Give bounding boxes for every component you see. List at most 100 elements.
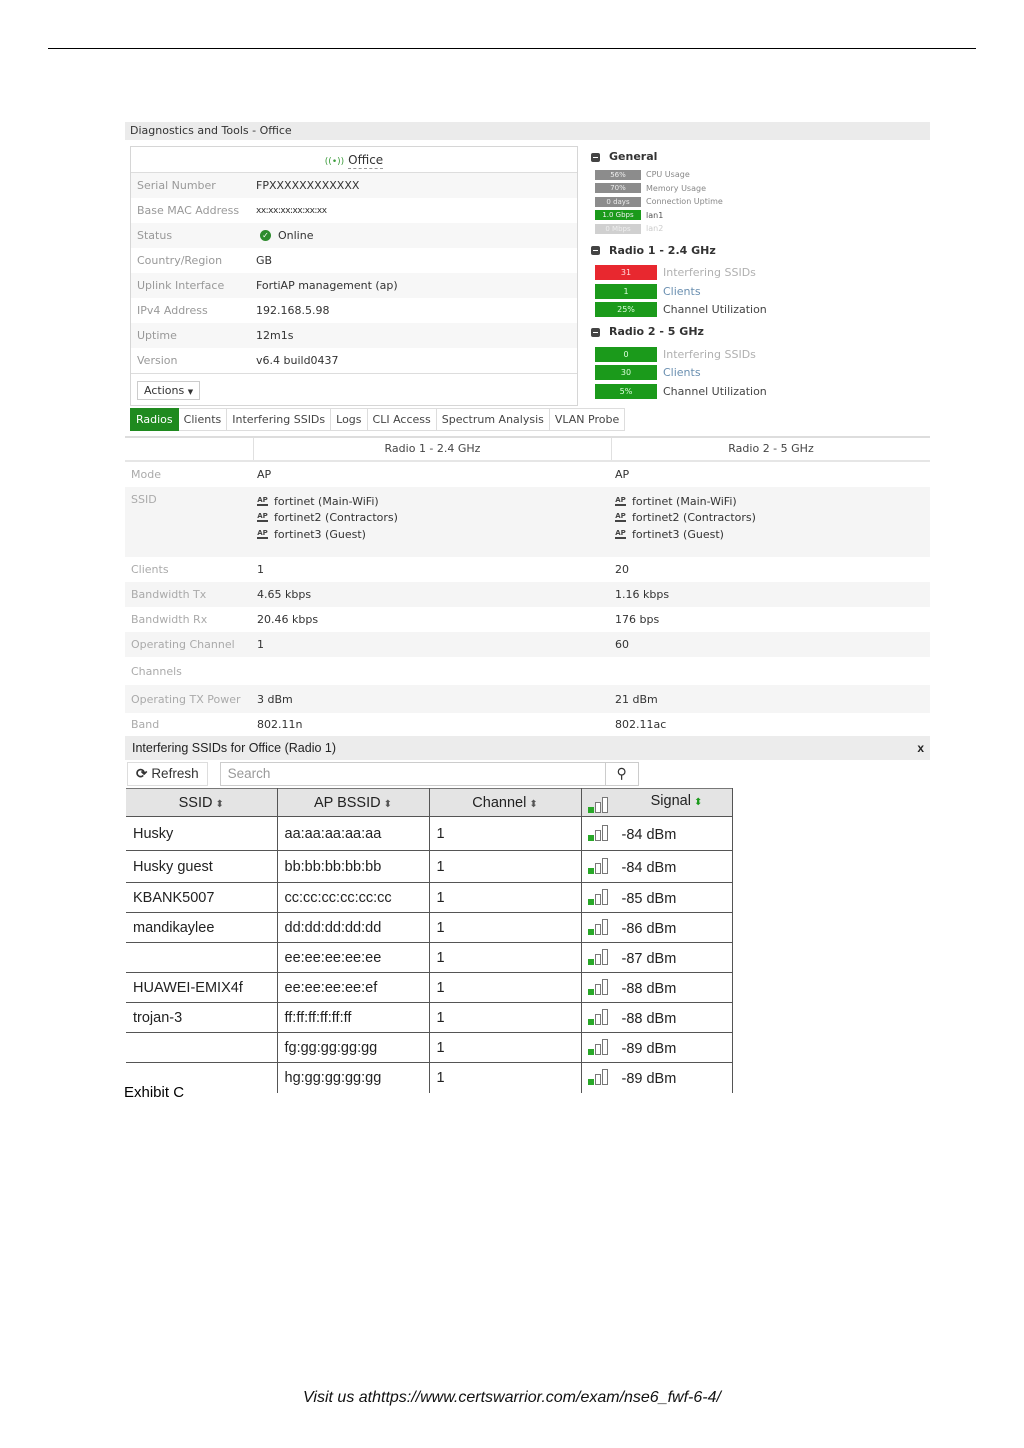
ap-row-version: Version v6.4 build0437 <box>131 348 577 373</box>
row-label: Channels <box>131 664 182 678</box>
tab-spectrum-analysis[interactable]: Spectrum Analysis <box>436 408 550 431</box>
signal-strength-icon <box>587 824 608 841</box>
radio2-value: 176 bps <box>615 613 660 626</box>
section-title: Radio 2 - 5 GHz <box>609 325 704 338</box>
channel-cell: 1 <box>429 942 582 973</box>
table-row[interactable]: ee:ee:ee:ee:ee 1 -87 dBm <box>126 942 733 973</box>
stats-panel: General 56% CPU Usage 70% Memory Usage 0 d… <box>587 148 930 401</box>
channel-cell: 1 <box>429 816 582 851</box>
page-top-rule <box>48 48 976 49</box>
stat-value: 0 days <box>595 196 641 207</box>
signal-cell: -84 dBm <box>581 816 733 851</box>
ssid-item: AP fortinet3 (Guest) <box>615 526 930 543</box>
signal-cell: -89 dBm <box>581 1062 733 1093</box>
ssid-item: AP fortinet2 (Contractors) <box>257 510 615 527</box>
row-label: Uptime <box>137 329 177 342</box>
radio2-value: 21 dBm <box>615 692 658 706</box>
radio2-channel-util: 5% Channel Utilization <box>595 382 930 401</box>
radio1-value: 20.46 kbps <box>257 613 319 626</box>
radio1-clients: 1 Clients <box>595 282 930 301</box>
tab-bar: Radios Clients Interfering SSIDs Logs CL… <box>130 408 626 431</box>
search-button[interactable]: ⚲ <box>605 762 639 786</box>
stat-memory: 70% Memory Usage <box>595 182 930 196</box>
signal-value: -88 dBm <box>621 980 677 997</box>
stat-value: 70% <box>595 183 641 194</box>
clients-link[interactable]: Clients <box>663 285 701 298</box>
radio2-section-header[interactable]: Radio 2 - 5 GHz <box>587 323 930 341</box>
refresh-button[interactable]: ⟳ Refresh <box>127 762 208 786</box>
column-header-signal[interactable]: Signal ⬍ <box>580 788 733 817</box>
stat-label: Channel Utilization <box>663 384 767 398</box>
row-value: FPXXXXXXXXXXXX <box>256 179 360 192</box>
table-row[interactable]: mandikaylee dd:dd:dd:dd:dd 1 -86 dBm <box>126 912 733 943</box>
signal-strength-icon <box>587 857 608 874</box>
radios-row-bandwidth-rx: Bandwidth Rx 20.46 kbps 176 bps <box>125 607 930 632</box>
radios-row-bandwidth-tx: Bandwidth Tx 4.65 kbps 1.16 kbps <box>125 582 930 607</box>
table-row[interactable]: HUAWEI-EMIX4f ee:ee:ee:ee:ef 1 -88 dBm <box>126 972 733 1003</box>
collapse-icon[interactable] <box>591 327 600 337</box>
row-label: IPv4 Address <box>137 304 208 317</box>
signal-value: -84 dBm <box>621 859 677 876</box>
radios-row-tx-power: Operating TX Power 3 dBm 21 dBm <box>125 685 930 713</box>
ap-row-serial: Serial Number FPXXXXXXXXXXXX <box>131 173 577 198</box>
stat-uptime: 0 days Connection Uptime <box>595 195 930 209</box>
table-row[interactable]: KBANK5007 cc:cc:cc:cc:cc:cc 1 -85 dBm <box>126 882 733 913</box>
row-label: Band <box>131 717 160 731</box>
radio1-section-header[interactable]: Radio 1 - 2.4 GHz <box>587 242 930 260</box>
table-row[interactable]: fg:gg:gg:gg:gg 1 -89 dBm <box>126 1032 733 1063</box>
collapse-icon[interactable] <box>591 246 600 255</box>
radio1-value: 802.11n <box>257 717 303 731</box>
radios-row-band: Band 802.11n 802.11ac <box>125 713 930 735</box>
radio2-interfering: 0 Interfering SSIDs <box>595 345 930 364</box>
general-section-header[interactable]: General <box>587 148 930 166</box>
table-row[interactable]: hg:gg:gg:gg:gg 1 -89 dBm <box>126 1062 733 1093</box>
ap-row-country: Country/Region GB <box>131 248 577 273</box>
check-circle-icon: ✓ <box>260 230 271 241</box>
stat-value: 25% <box>595 302 657 318</box>
section-title: Radio 1 - 2.4 GHz <box>609 243 716 257</box>
column-header-ssid[interactable]: SSID ⬍ <box>126 788 278 817</box>
table-row[interactable]: Husky guest bb:bb:bb:bb:bb 1 -84 dBm <box>126 850 733 883</box>
ap-ssid-icon: AP <box>257 495 268 506</box>
ssid-cell: trojan-3 <box>126 1002 278 1033</box>
signal-value: -84 dBm <box>621 826 677 843</box>
tab-logs[interactable]: Logs <box>331 408 368 431</box>
signal-strength-icon <box>587 1068 608 1085</box>
column-header-channel[interactable]: Channel ⬍ <box>428 788 582 817</box>
collapse-icon[interactable] <box>591 152 600 162</box>
radio2-value: AP <box>615 468 630 481</box>
signal-cell: -88 dBm <box>581 1002 733 1033</box>
stat-label: Connection Uptime <box>646 197 723 207</box>
close-button[interactable]: x <box>917 736 924 760</box>
tab-clients[interactable]: Clients <box>178 408 228 431</box>
channel-cell: 1 <box>429 1032 582 1063</box>
actions-dropdown-button[interactable]: Actions ▼ <box>137 381 201 400</box>
ssid-cell <box>126 1032 278 1063</box>
search-input[interactable]: Search <box>219 762 606 786</box>
clients-link[interactable]: Clients <box>663 366 701 379</box>
stat-label[interactable]: Interfering SSIDs <box>663 348 756 361</box>
channel-cell: 1 <box>429 882 582 913</box>
bssid-cell: hg:gg:gg:gg:gg <box>277 1062 430 1093</box>
tab-interfering-ssids[interactable]: Interfering SSIDs <box>227 408 332 431</box>
radio1-value: 1 <box>257 638 264 651</box>
sort-icon: ⬍ <box>215 798 224 810</box>
radios-header: Radio 1 - 2.4 GHz Radio 2 - 5 GHz <box>125 436 930 462</box>
column-header-bssid[interactable]: AP BSSID ⬍ <box>276 788 430 817</box>
table-row[interactable]: Husky aa:aa:aa:aa:aa 1 -84 dBm <box>126 816 733 851</box>
row-label: Mode <box>131 468 161 481</box>
stat-value: 31 <box>595 265 657 281</box>
radio2-column-header: Radio 2 - 5 GHz <box>611 438 930 460</box>
ap-ssid-icon: AP <box>615 512 626 523</box>
signal-cell: -88 dBm <box>581 972 733 1003</box>
channel-cell: 1 <box>429 1062 582 1093</box>
tab-vlan-probe[interactable]: VLAN Probe <box>549 408 626 431</box>
signal-cell: -84 dBm <box>581 850 733 883</box>
stat-label[interactable]: Interfering SSIDs <box>663 266 756 279</box>
tab-radios[interactable]: Radios <box>130 408 179 431</box>
table-row[interactable]: trojan-3 ff:ff:ff:ff:ff:ff 1 -88 dBm <box>126 1002 733 1033</box>
signal-value: -87 dBm <box>621 950 677 967</box>
bssid-cell: fg:gg:gg:gg:gg <box>277 1032 430 1063</box>
tab-cli-access[interactable]: CLI Access <box>367 408 437 431</box>
ap-name[interactable]: Office <box>348 153 384 169</box>
